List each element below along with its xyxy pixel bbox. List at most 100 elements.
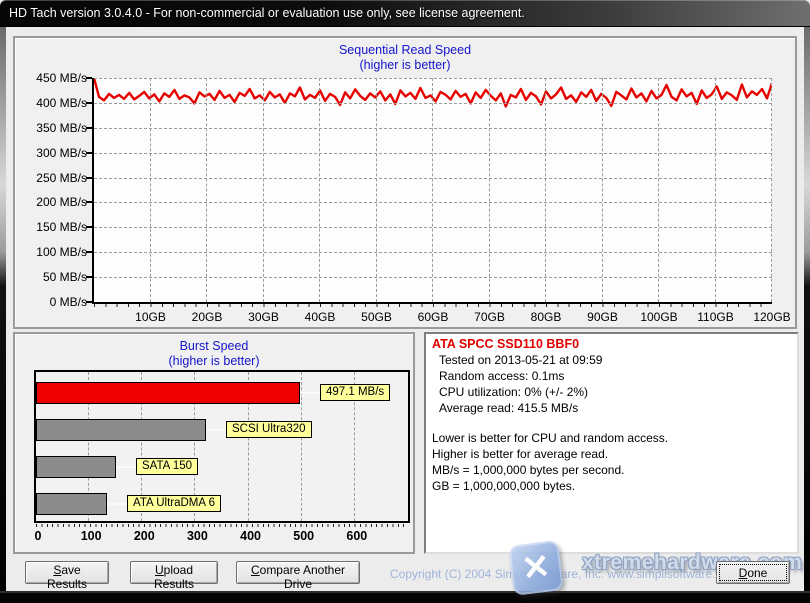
x-axis-label: 90GB	[587, 310, 618, 324]
v-gridline	[432, 78, 433, 302]
burst-bar	[36, 419, 206, 441]
y-axis-label: 450 MB/s	[36, 71, 87, 85]
v-gridline	[714, 78, 716, 302]
window-frame-right	[804, 27, 810, 591]
y-axis-label: 400 MB/s	[36, 95, 87, 110]
burst-x-axis-label: 400	[240, 529, 261, 543]
x-axis-label: 120GB	[753, 310, 791, 324]
v-gridline	[149, 78, 151, 302]
upload-results-button[interactable]: Upload Results	[130, 561, 218, 591]
v-gridline	[319, 78, 320, 302]
burst-bar	[36, 456, 116, 478]
h-gridline	[94, 102, 772, 104]
y-axis-label: 250 MB/s	[36, 170, 87, 185]
y-axis-label: 50 MB/s	[42, 270, 87, 285]
bar-label-connector	[107, 503, 127, 505]
bar-label-connector	[116, 466, 136, 468]
drive-name: ATA SPCC SSD110 BBF0	[432, 337, 580, 351]
x-axis-minor-ticks	[94, 304, 772, 307]
x-axis-label: 100GB	[640, 310, 678, 324]
title-bar[interactable]: HD Tach version 3.0.4.0 - For non-commer…	[0, 0, 810, 27]
burst-bar	[36, 382, 300, 404]
burst-x-axis-label: 100	[80, 529, 102, 543]
h-gridline	[94, 177, 772, 179]
h-gridline	[94, 252, 772, 254]
x-axis-label: 30GB	[248, 310, 279, 324]
client-area: Sequential Read Speed (higher is better)…	[6, 27, 804, 596]
note-higher-better: Higher is better for average read.	[432, 447, 609, 461]
x-axis-label: 60GB	[417, 310, 449, 324]
sequential-plot-area	[92, 78, 772, 304]
h-gridline	[94, 277, 772, 279]
y-axis-tick	[86, 151, 92, 154]
h-gridline	[94, 127, 772, 129]
average-read-line: Average read: 415.5 MB/s	[439, 401, 579, 415]
y-axis-label: 150 MB/s	[36, 220, 87, 235]
bar-value-label: ATA UltraDMA 6	[127, 495, 222, 512]
bar-label-connector	[300, 392, 320, 394]
x-axis-label: 110GB	[697, 310, 734, 324]
drive-info-panel: ATA SPCC SSD110 BBF0 Tested on 2013-05-2…	[424, 332, 799, 554]
x-axis-label: 50GB	[361, 310, 392, 324]
sequential-chart-title: Sequential Read Speed	[338, 43, 472, 57]
window-title: HD Tach version 3.0.4.0 - For non-commer…	[9, 6, 525, 20]
bar-value-label: 497.1 MB/s	[320, 384, 391, 401]
y-axis-label: 0 MB/s	[49, 295, 87, 309]
window-frame-bottom	[0, 591, 810, 603]
v-gridline	[206, 78, 207, 302]
burst-x-axis-label: 500	[293, 529, 315, 543]
y-axis-tick	[86, 126, 92, 129]
x-axis-label: 10GB	[135, 310, 166, 324]
bar-value-label: SCSI Ultra320	[226, 421, 312, 438]
burst-chart-subtitle: (higher is better)	[168, 354, 260, 368]
burst-chart-title: Burst Speed	[179, 339, 249, 353]
v-gridline	[375, 78, 377, 302]
y-axis-tick	[86, 301, 92, 303]
tested-on-line: Tested on 2013-05-21 at 09:59	[439, 353, 603, 367]
burst-x-axis-label: 200	[133, 529, 155, 543]
y-axis-tick	[86, 77, 92, 79]
sequential-chart-subtitle: (higher is better)	[359, 58, 451, 72]
note-gb-definition: GB = 1,000,000,000 bytes.	[432, 479, 576, 493]
bar-label-connector	[206, 429, 226, 431]
x-axis-label: 70GB	[474, 310, 505, 324]
y-axis-label: 200 MB/s	[36, 195, 87, 210]
v-gridline	[601, 78, 603, 302]
burst-plot-area: 497.1 MB/s SCSI Ultra320 SATA 150 ATA Ultra…	[34, 370, 410, 523]
done-button[interactable]: Done	[716, 561, 790, 584]
h-gridline	[94, 202, 772, 204]
x-axis-label: 80GB	[530, 310, 562, 324]
hd-tach-window: HD Tach version 3.0.4.0 - For non-commer…	[0, 0, 810, 603]
save-results-button[interactable]: Save Results	[25, 561, 109, 591]
sequential-read-panel: Sequential Read Speed (higher is better)…	[13, 36, 797, 329]
y-axis-label: 100 MB/s	[36, 245, 87, 260]
burst-speed-panel: Burst Speed (higher is better) 497.1 MB/…	[13, 332, 415, 554]
note-lower-better: Lower is better for CPU and random acces…	[432, 431, 669, 445]
cpu-utilization-line: CPU utilization: 0% (+/- 2%)	[439, 385, 589, 399]
sequential-read-line	[94, 78, 772, 108]
bar-value-label: SATA 150	[136, 458, 199, 475]
burst-bar	[36, 493, 107, 515]
burst-x-axis-label: 600	[346, 529, 368, 543]
v-gridline	[488, 78, 490, 302]
x-axis-label: 20GB	[191, 310, 223, 324]
y-axis-tick	[86, 251, 92, 254]
h-gridline	[94, 227, 772, 229]
burst-v-gridline	[300, 372, 302, 521]
h-gridline	[94, 152, 772, 154]
v-gridline	[658, 78, 659, 302]
x-axis-label: 40GB	[304, 310, 336, 324]
burst-x-axis-label: 300	[186, 529, 208, 543]
y-axis-tick	[86, 276, 92, 279]
y-axis-tick	[86, 176, 92, 179]
v-gridline	[262, 78, 264, 302]
burst-axis-minor-ticks	[36, 524, 408, 527]
v-gridline	[771, 78, 772, 302]
burst-x-axis-label: 0	[34, 529, 42, 543]
y-axis-tick	[86, 101, 92, 104]
h-gridline	[94, 78, 772, 79]
compare-another-drive-button[interactable]: Compare Another Drive	[236, 561, 360, 591]
v-gridline	[545, 78, 546, 302]
y-axis-tick	[86, 226, 92, 229]
